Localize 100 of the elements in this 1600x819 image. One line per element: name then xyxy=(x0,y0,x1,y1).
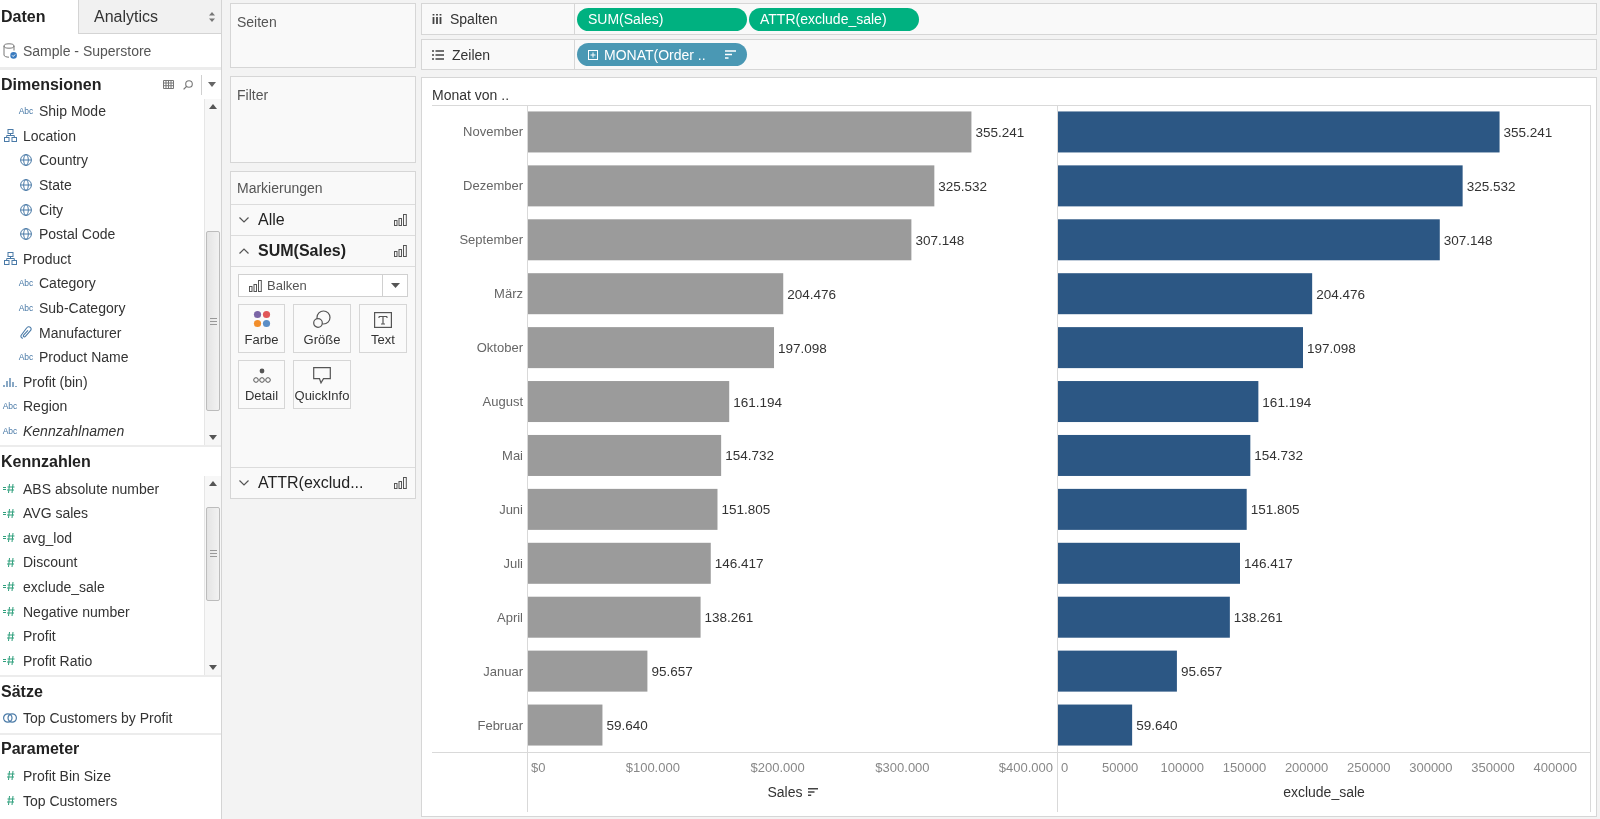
field-item[interactable]: Abc Kennzahlnamen xyxy=(1,418,129,444)
marks-layer[interactable]: ATTR(exclud... xyxy=(231,467,415,498)
field-item[interactable]: Abc Product Name xyxy=(17,344,133,370)
field-item[interactable]: Profit xyxy=(1,623,60,649)
tick-label: 250000 xyxy=(1347,760,1391,775)
category-label: September xyxy=(459,232,523,248)
text-button[interactable]: Text xyxy=(359,304,407,353)
value-label: 95.657 xyxy=(651,664,693,680)
category-label: Mai xyxy=(502,447,523,463)
category-label: Oktober xyxy=(476,340,523,356)
up-down-arrows-icon[interactable] xyxy=(209,12,215,22)
data-type-label: Abc xyxy=(2,426,18,436)
field-item[interactable]: avg_lod xyxy=(1,525,77,551)
tick-label: 200000 xyxy=(1284,760,1329,775)
field-item[interactable]: Postal Code xyxy=(17,221,120,247)
data-type-label: Abc xyxy=(2,402,18,411)
tick-label: $100.000 xyxy=(625,760,680,775)
color-dots-icon xyxy=(252,310,271,328)
size-button[interactable]: Größe xyxy=(293,304,351,353)
mark-type-dropdown[interactable]: Balken xyxy=(238,274,408,297)
field-item[interactable]: Location xyxy=(1,123,80,149)
row-header-label: Monat von .. xyxy=(432,87,510,103)
globe-icon xyxy=(20,203,32,216)
calculated-number-icon xyxy=(3,507,17,519)
tick-label: 300000 xyxy=(1409,760,1453,775)
axis-title-button[interactable]: exclude_sale xyxy=(1281,784,1367,800)
tick-label: 50000 xyxy=(1102,760,1139,775)
calculated-number-icon xyxy=(3,655,17,667)
scrollbar[interactable] xyxy=(204,99,221,446)
marks-title: Markierungen xyxy=(231,172,415,205)
axis-title-button[interactable]: Sales xyxy=(765,784,820,800)
shelf-title: Filter xyxy=(237,87,269,103)
tab[interactable]: Analytics xyxy=(78,0,221,34)
field-item[interactable]: Abc Category xyxy=(17,271,100,296)
field-item[interactable]: Country xyxy=(17,148,93,173)
color-button[interactable]: Farbe xyxy=(238,304,285,353)
bar-chart-icon xyxy=(249,279,262,292)
field-item[interactable]: Manufacturer xyxy=(17,320,126,345)
field-item[interactable]: Negative number xyxy=(1,599,134,624)
data-source[interactable]: Sample - Superstore xyxy=(0,34,221,70)
search-icon[interactable] xyxy=(183,79,193,90)
section-title: Parameter xyxy=(0,740,80,759)
data-type-label: Abc xyxy=(18,279,34,288)
field-item[interactable]: Abc Sub-Category xyxy=(17,295,130,321)
value-label: 204.476 xyxy=(1316,286,1365,302)
value-label: 307.148 xyxy=(915,232,965,248)
value-label: 151.805 xyxy=(721,502,771,518)
marks-layer[interactable]: Alle xyxy=(231,205,415,236)
tooltip-button[interactable]: QuickInfo xyxy=(293,360,351,409)
field-item[interactable]: ABS absolute number xyxy=(1,476,164,501)
field-item[interactable]: Abc Ship Mode xyxy=(17,99,110,124)
grid-icon[interactable] xyxy=(163,80,174,89)
field-item[interactable]: State xyxy=(17,172,76,198)
value-label: 325.532 xyxy=(938,178,988,194)
category-label: März xyxy=(494,286,523,302)
scrollbar[interactable] xyxy=(204,476,221,676)
scroll-up-icon[interactable] xyxy=(209,104,217,109)
field-item[interactable]: Top Customers by Profit xyxy=(1,706,177,731)
field-item[interactable]: exclude_sale xyxy=(1,574,109,600)
calculated-number-icon xyxy=(3,606,17,618)
field-item[interactable]: Product xyxy=(1,246,76,272)
tick-label: $200.000 xyxy=(750,760,805,775)
sort-icon[interactable] xyxy=(807,788,818,796)
field-item[interactable]: Profit Ratio xyxy=(1,648,97,674)
detail-button[interactable]: Detail xyxy=(238,360,285,409)
chevron-down-icon xyxy=(239,480,249,486)
rows-icon xyxy=(432,49,444,60)
scroll-down-icon[interactable] xyxy=(209,435,217,441)
scroll-up-icon[interactable] xyxy=(209,481,217,487)
field-item[interactable]: Top Customers xyxy=(1,788,122,813)
field-item[interactable]: AVG sales xyxy=(1,500,93,526)
scroll-down-icon[interactable] xyxy=(209,665,217,671)
value-label: 197.098 xyxy=(778,340,827,356)
bar-chart-icon xyxy=(394,214,407,226)
scrollbar-thumb[interactable] xyxy=(206,506,220,601)
category-label: November xyxy=(463,124,523,140)
shelf-label: Zeilen xyxy=(452,46,491,63)
chevron-up-icon xyxy=(239,248,249,254)
data-type-label: Abc xyxy=(18,303,34,313)
field-item[interactable]: Profit (bin) xyxy=(1,369,92,395)
value-label: 161.194 xyxy=(733,394,782,410)
plus-box-icon[interactable] xyxy=(588,49,598,60)
globe-icon xyxy=(20,228,32,241)
field-item[interactable]: Abc Region xyxy=(1,394,72,419)
shelf-title: Seiten xyxy=(237,14,277,30)
globe-icon xyxy=(20,179,32,192)
field-item[interactable]: Profit Bin Size xyxy=(1,763,115,789)
bar-chart-icon xyxy=(394,245,407,257)
text-box-icon xyxy=(374,312,392,328)
value-label: 154.732 xyxy=(725,448,774,464)
globe-icon xyxy=(20,154,32,167)
value-label: 204.476 xyxy=(787,286,837,302)
field-item[interactable]: Discount xyxy=(1,550,82,575)
marks-layer[interactable]: SUM(Sales) xyxy=(231,236,415,267)
value-label: 138.261 xyxy=(1233,610,1283,626)
field-item[interactable]: City xyxy=(17,197,68,222)
caret-icon[interactable] xyxy=(208,82,216,87)
tick-label: 150000 xyxy=(1222,760,1267,775)
scrollbar-thumb[interactable] xyxy=(206,231,220,412)
tick-label: 400000 xyxy=(1533,760,1577,775)
